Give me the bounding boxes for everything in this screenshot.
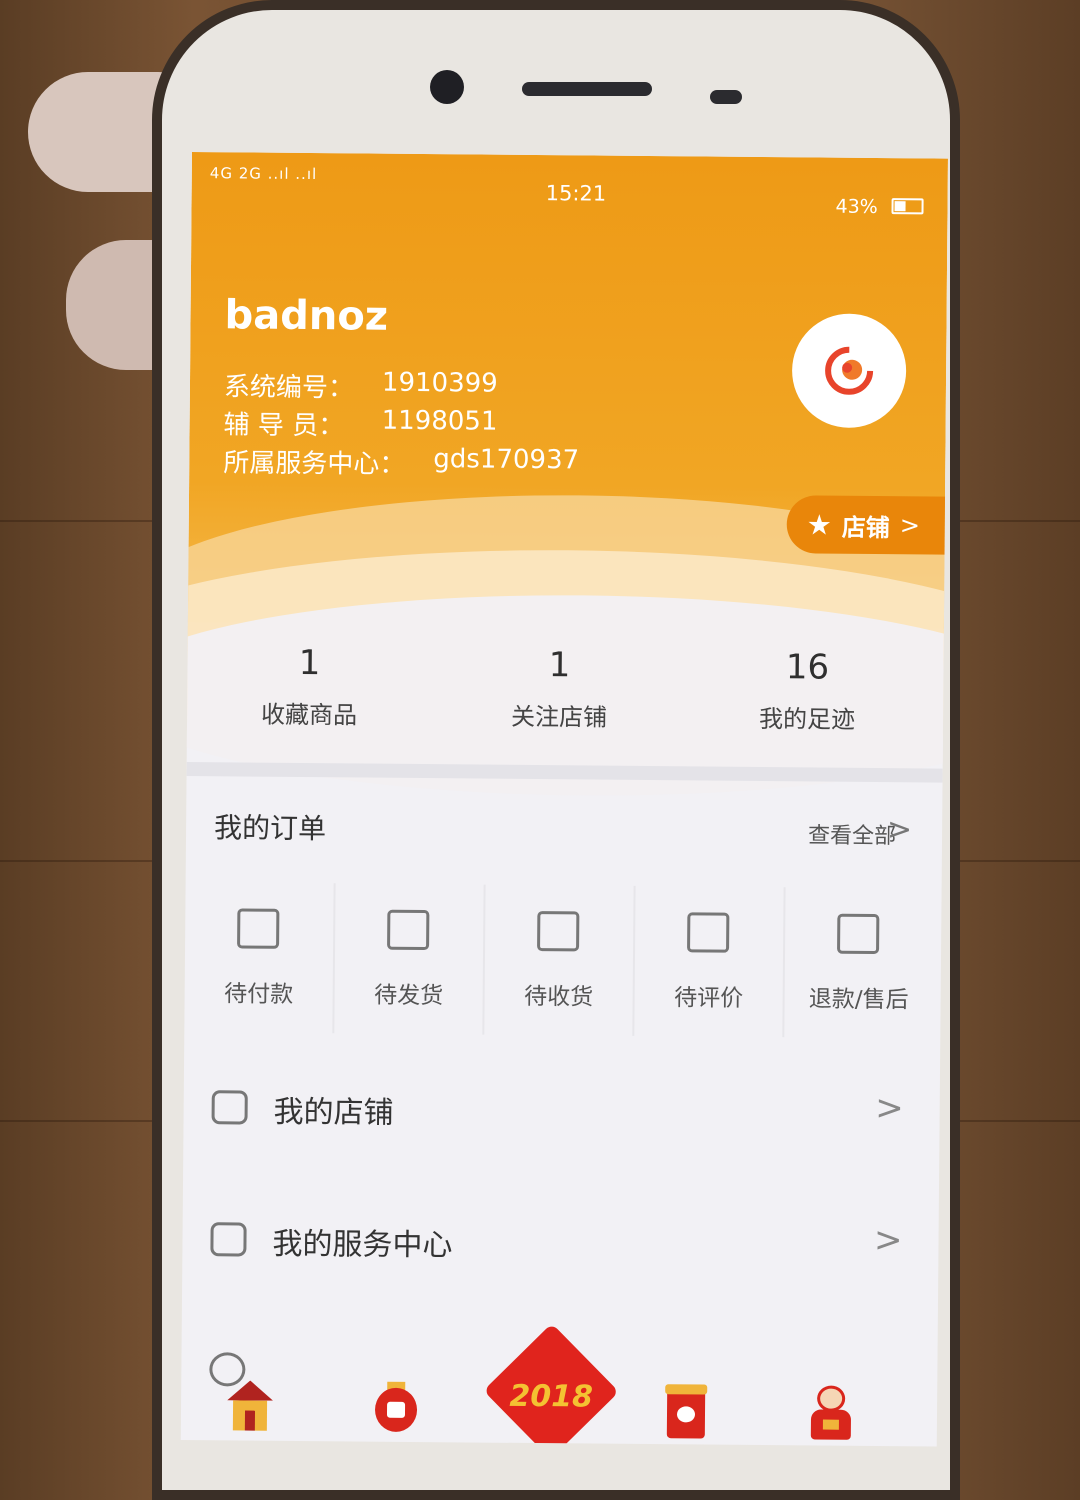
packet-seal	[676, 1406, 696, 1423]
stat-value: 1	[298, 642, 321, 684]
caishen-icon[interactable]	[803, 1385, 857, 1441]
order-pending-payment[interactable]: 待付款	[184, 872, 333, 1043]
orders-header: 我的订单 查看全部 >	[186, 792, 943, 869]
proximity-sensor	[710, 90, 742, 104]
status-time: 15:21	[545, 181, 607, 206]
username: badnoz	[224, 292, 389, 340]
stat-favorites[interactable]: 1 收藏商品	[209, 642, 410, 731]
field-label: 辅 导 员：	[223, 410, 345, 442]
comment-icon	[687, 912, 730, 953]
battery-percent: 43%	[835, 195, 878, 218]
chevron-right-icon: >	[875, 1087, 904, 1129]
house-roof	[227, 1380, 273, 1400]
shop-button[interactable]: ★ 店铺 >	[786, 495, 948, 555]
stats-row: 1 收藏商品 1 关注店铺 16 我的足迹	[187, 622, 944, 769]
stat-followed-shops[interactable]: 1 关注店铺	[459, 644, 660, 733]
chevron-right-icon: >	[873, 1219, 903, 1261]
heart-box-icon	[210, 1222, 247, 1257]
order-pending-receipt[interactable]: 待收货	[484, 875, 633, 1046]
order-label: 待发货	[374, 982, 444, 1010]
truck-icon	[537, 911, 580, 952]
profile-field: 系统编号： 1910399	[223, 366, 498, 404]
caishen-head	[817, 1385, 846, 1412]
stat-footprints[interactable]: 16 我的足迹	[707, 647, 908, 736]
order-label: 退款/售后	[808, 986, 909, 1014]
box-icon	[387, 909, 430, 951]
front-camera	[430, 70, 464, 104]
field-value: 1910399	[381, 367, 498, 399]
order-label: 待收货	[524, 983, 594, 1011]
menu-label: 我的店铺	[273, 1094, 394, 1131]
brand-logo-icon	[825, 346, 874, 395]
wallet-icon	[237, 908, 280, 949]
stat-label: 收藏商品	[260, 700, 358, 730]
order-pending-review[interactable]: 待评价	[634, 876, 783, 1047]
packet-top	[665, 1384, 708, 1395]
stat-value: 16	[785, 647, 830, 688]
avatar[interactable]	[791, 313, 907, 429]
phone-screen: 4G 2G ..ıl ..ıl 15:21 43% badnoz 系统编号： 1…	[180, 152, 948, 1447]
menu-my-service-center[interactable]: 我的服务中心 >	[182, 1192, 939, 1299]
store-icon	[211, 1090, 248, 1125]
order-status-row: 待付款 待发货 待收货 待评价 退款/售后	[184, 872, 941, 1049]
shop-button-label: 店铺	[841, 513, 890, 542]
battery-icon	[891, 198, 924, 215]
bottom-tab-bar: 2018	[181, 1323, 938, 1447]
battery-level	[894, 201, 906, 212]
lantern-icon[interactable]	[369, 1381, 423, 1438]
order-label: 待付款	[224, 981, 294, 1008]
refund-icon	[837, 913, 880, 955]
order-pending-shipment[interactable]: 待发货	[334, 873, 483, 1044]
caishen-belt	[822, 1419, 839, 1430]
new-year-2018-label: 2018	[509, 1378, 594, 1415]
signal-indicator: 4G 2G ..ıl ..ıl	[209, 164, 318, 184]
earpiece-speaker	[522, 82, 652, 96]
order-label: 待评价	[674, 985, 744, 1012]
field-value: gds170937	[433, 444, 580, 476]
chevron-right-icon: >	[899, 511, 921, 540]
profile-field: 所属服务中心： gds170937	[223, 442, 579, 481]
stat-label: 我的足迹	[758, 704, 856, 734]
stat-label: 关注店铺	[510, 702, 608, 732]
status-bar: 4G 2G ..ıl ..ıl 15:21 43%	[191, 152, 947, 219]
lantern-center	[386, 1401, 406, 1418]
house-icon[interactable]	[223, 1380, 277, 1436]
menu-my-shop[interactable]: 我的店铺 >	[183, 1060, 940, 1167]
field-label: 所属服务中心：	[223, 448, 406, 480]
field-label: 系统编号：	[223, 372, 355, 404]
orders-title: 我的订单	[213, 811, 327, 846]
order-refund[interactable]: 退款/售后	[784, 877, 933, 1048]
stat-value: 1	[548, 645, 571, 686]
house-door	[244, 1410, 256, 1431]
star-icon: ★	[806, 507, 833, 542]
field-value: 1198051	[381, 405, 498, 437]
red-packet-icon[interactable]	[659, 1384, 713, 1440]
profile-field: 辅 导 员： 1198051	[223, 404, 497, 442]
menu-label: 我的服务中心	[272, 1226, 453, 1264]
chevron-right-icon: >	[886, 812, 913, 848]
view-all-orders-link[interactable]: 查看全部	[808, 817, 896, 850]
